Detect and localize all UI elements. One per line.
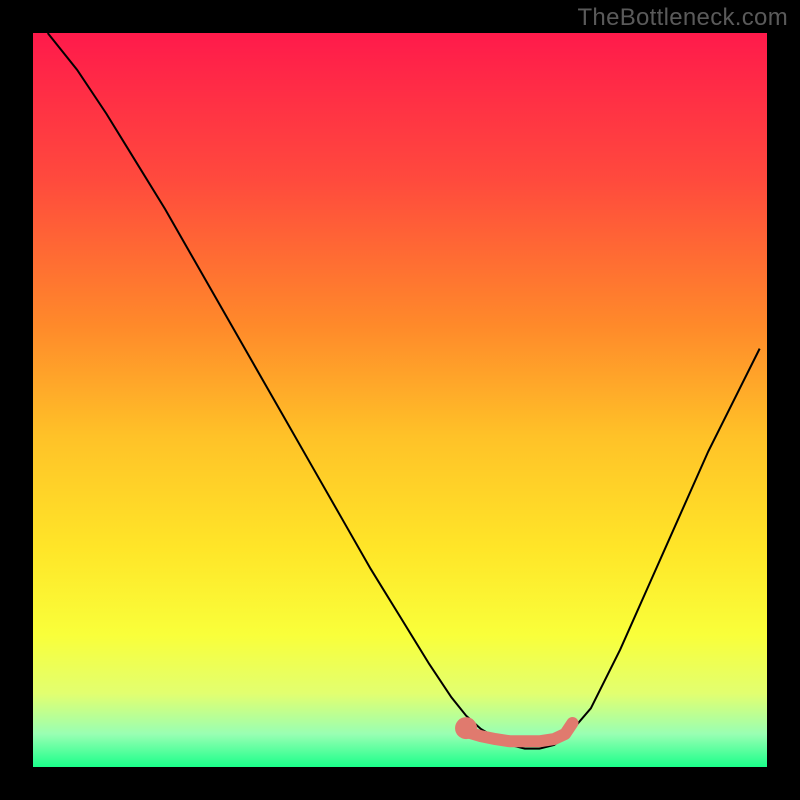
chart-frame: TheBottleneck.com — [0, 0, 800, 800]
marker-optimal-dot — [455, 717, 477, 739]
marker-group — [455, 717, 477, 739]
chart-svg — [33, 33, 767, 767]
gradient-background — [33, 33, 767, 767]
watermark-text: TheBottleneck.com — [577, 4, 788, 32]
chart-plot — [33, 33, 767, 767]
